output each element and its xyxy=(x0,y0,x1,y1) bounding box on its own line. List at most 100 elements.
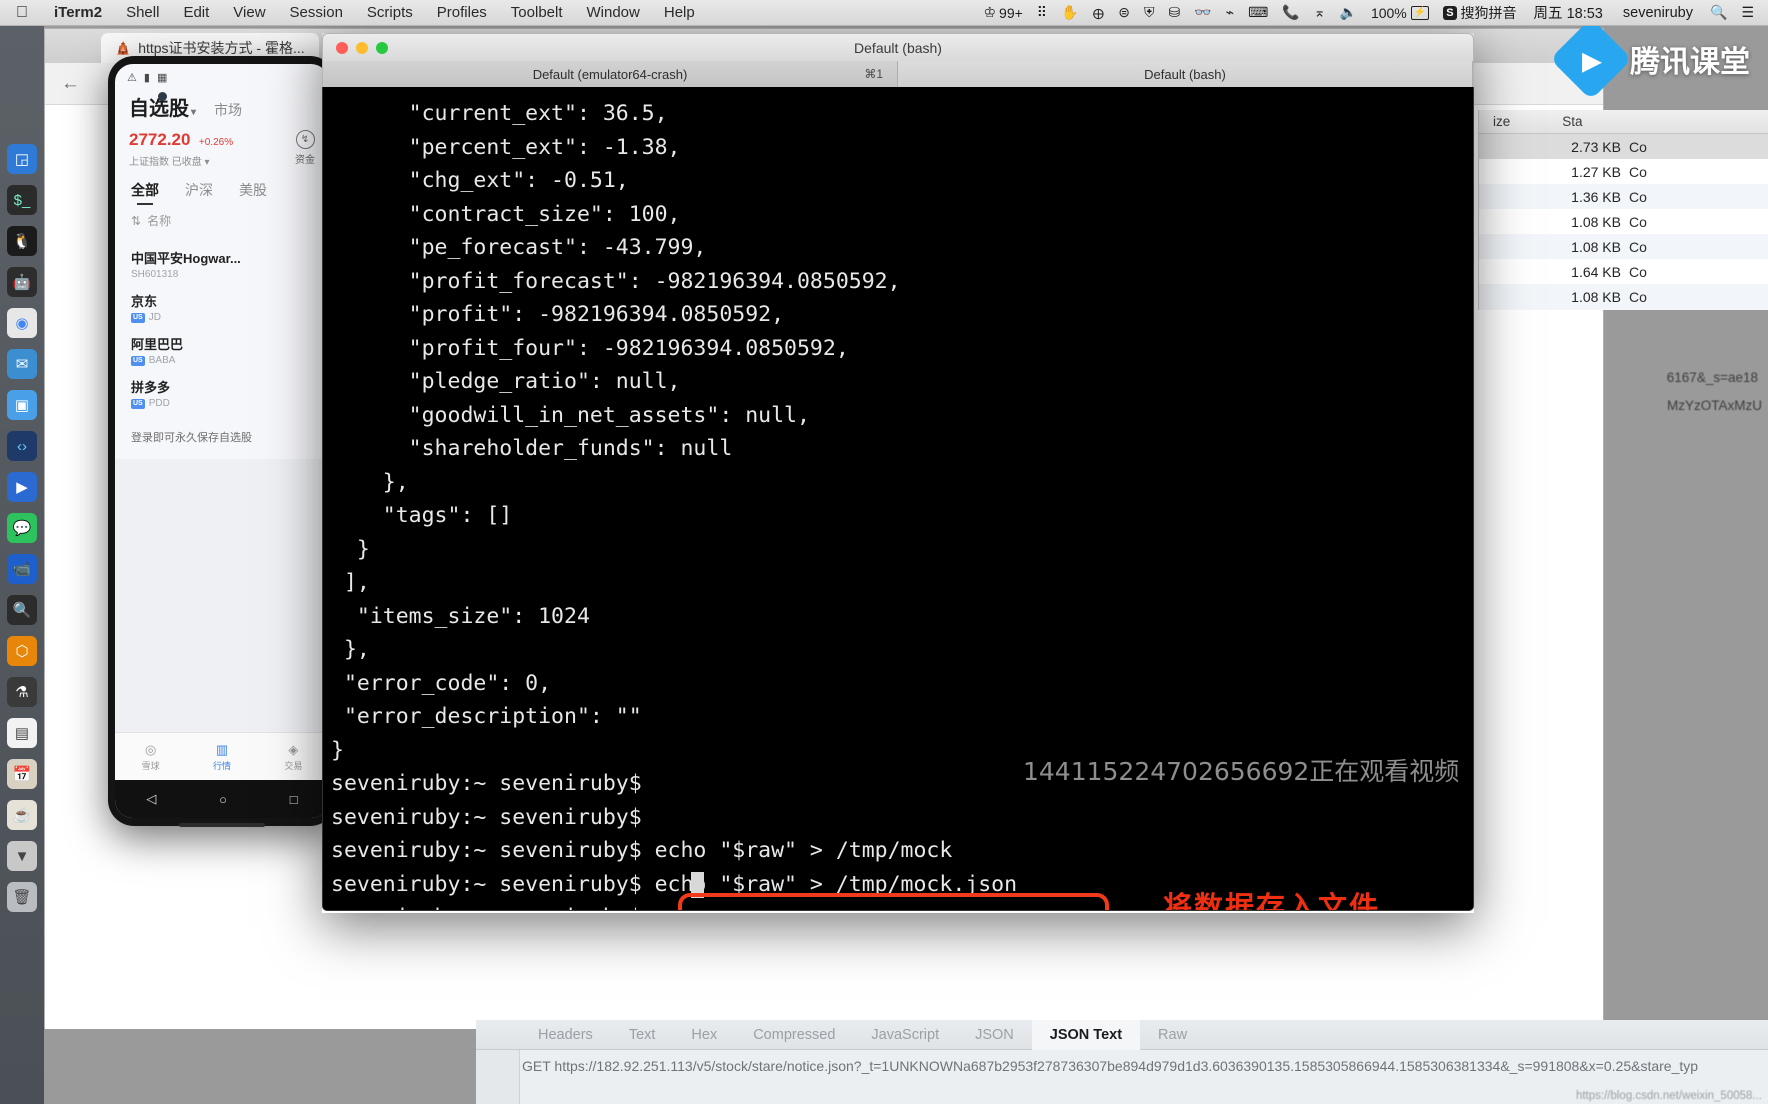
tab-json-text[interactable]: JSON Text xyxy=(1031,1019,1141,1050)
table-row[interactable]: 2.73 KB Co xyxy=(1479,134,1768,159)
tab-market[interactable]: 市场 xyxy=(214,100,242,120)
tab-all[interactable]: 全部 xyxy=(131,180,159,205)
menu-item-view[interactable]: View xyxy=(221,4,277,21)
iterm-window: Default (bash) Default (emulator64-crash… xyxy=(322,33,1474,913)
dock-icon-finder[interactable]: ◲ xyxy=(7,144,37,174)
sim-icon: ▮ xyxy=(143,71,150,84)
search-icon[interactable]: 🔍 xyxy=(1703,4,1734,21)
menu-item-edit[interactable]: Edit xyxy=(171,4,221,21)
dock-icon-media-player[interactable]: ▶ xyxy=(7,472,37,502)
at-badge-icon[interactable]: ⊜ xyxy=(1111,4,1137,21)
dock-icon-vscode[interactable]: ‹› xyxy=(7,431,37,461)
login-hint[interactable]: 登录即可永久保存自选股 xyxy=(115,409,329,445)
bag-icon[interactable]: ⛁ xyxy=(1162,4,1188,21)
dock-icon-notes[interactable]: ▤ xyxy=(7,718,37,748)
tab-text[interactable]: Text xyxy=(611,1027,674,1043)
dock-icon-qq-penguin[interactable]: 🐧 xyxy=(7,226,37,256)
tab-emulator64-crash[interactable]: Default (emulator64-crash) ⌘1 xyxy=(323,61,898,87)
tab-compressed[interactable]: Compressed xyxy=(735,1027,853,1043)
menu-item-profiles[interactable]: Profiles xyxy=(425,4,499,21)
list-item[interactable]: 京东 US JD xyxy=(131,291,313,323)
dock-icon-mail[interactable]: ✉ xyxy=(7,349,37,379)
tab-raw[interactable]: Raw xyxy=(1140,1027,1205,1043)
grid-icon[interactable]: ⠿ xyxy=(1030,4,1054,21)
dock-icon-search[interactable]: 🔍 xyxy=(7,595,37,625)
tab-hex[interactable]: Hex xyxy=(673,1027,735,1043)
market-badge: US xyxy=(131,398,145,409)
bluetooth-icon[interactable]: ⌁ xyxy=(1219,4,1241,21)
table-row[interactable]: 1.36 KB Co xyxy=(1479,184,1768,209)
nav-item-jiaoyi[interactable]: ◈ 交易 xyxy=(284,742,302,772)
phone-camera-icon xyxy=(158,92,167,101)
ime-badge: S xyxy=(1443,5,1457,20)
dock-icon-chrome[interactable]: ◉ xyxy=(7,308,37,338)
sort-icon[interactable]: ⇅ xyxy=(131,214,141,228)
volume-icon[interactable]: 🔈 xyxy=(1333,4,1364,21)
menu-item-toolbelt[interactable]: Toolbelt xyxy=(499,4,575,21)
terminal-body[interactable]: "current_ext": 36.5, "percent_ext": -1.3… xyxy=(322,87,1474,911)
dock-icon-terminal[interactable]: $_ xyxy=(7,185,37,215)
dock-icon-downloads[interactable]: ▼ xyxy=(7,841,37,871)
control-center-icon[interactable]: ☰ xyxy=(1734,4,1768,21)
input-method-indicator[interactable]: S 搜狗拼音 xyxy=(1436,3,1523,23)
phone-status-bar: ⚠ ▮ ▦ xyxy=(115,64,329,86)
list-item[interactable]: 阿里巴巴 US BABA xyxy=(131,334,313,366)
tab-headers[interactable]: Headers xyxy=(520,1027,611,1043)
nav-item-hangqing[interactable]: ▥ 行情 xyxy=(213,742,231,772)
home-nav-icon[interactable]: ○ xyxy=(219,792,227,807)
apple-menu-icon[interactable]:  xyxy=(0,4,42,21)
list-item[interactable]: 拼多多 US PDD xyxy=(131,377,313,409)
menu-item-scripts[interactable]: Scripts xyxy=(355,4,425,21)
list-item[interactable]: 中国平安Hogwar... SH601318 xyxy=(131,248,313,280)
chevron-down-icon[interactable]: ▾ xyxy=(191,107,196,118)
dock-icon-wechat[interactable]: 💬 xyxy=(7,513,37,543)
table-row[interactable]: 1.64 KB Co xyxy=(1479,259,1768,284)
menu-item-window[interactable]: Window xyxy=(575,4,652,21)
dock-icon-facetime[interactable]: 📹 xyxy=(7,554,37,584)
terminal-cursor xyxy=(691,872,704,898)
tab-json[interactable]: JSON xyxy=(957,1027,1032,1043)
tab-meigu[interactable]: 美股 xyxy=(239,180,267,200)
phone-icon[interactable]: 📞 xyxy=(1275,4,1306,21)
tab-default-bash[interactable]: Default (bash) xyxy=(898,61,1473,87)
tab-javascript[interactable]: JavaScript xyxy=(853,1027,957,1043)
tab-hushen[interactable]: 沪深 xyxy=(185,180,213,200)
back-icon[interactable]: ← xyxy=(61,73,80,95)
fund-button[interactable]: ↯ 资金 xyxy=(295,130,315,166)
menu-item-help[interactable]: Help xyxy=(652,4,707,21)
battery-percent[interactable]: 100% ⚡ xyxy=(1364,5,1436,21)
back-nav-icon[interactable]: ◁ xyxy=(146,791,156,807)
index-percent: +0.26% xyxy=(198,137,234,148)
nav-item-xueqiu[interactable]: ◎ 雪球 xyxy=(142,742,160,772)
table-row[interactable]: 1.08 KB Co xyxy=(1479,234,1768,259)
user-name[interactable]: seveniruby xyxy=(1613,5,1703,21)
table-row[interactable]: 1.27 KB Co xyxy=(1479,159,1768,184)
dock-icon-trash[interactable]: 🗑 xyxy=(7,882,37,912)
url-fragment-2: MzYzOTAxMzU xyxy=(1667,398,1762,413)
file-status: Co xyxy=(1629,238,1647,255)
shield-icon[interactable]: ⛨ xyxy=(1137,4,1162,21)
menu-item-session[interactable]: Session xyxy=(278,4,355,21)
dock-icon-cube[interactable]: ⬡ xyxy=(7,636,37,666)
dock-icon-calendar[interactable]: 📅 xyxy=(7,759,37,789)
recents-nav-icon[interactable]: □ xyxy=(290,792,298,807)
file-size: 1.64 KB xyxy=(1571,263,1621,280)
clock[interactable]: 周五 18:53 xyxy=(1524,2,1613,23)
phone-mockup: ⚠ ▮ ▦ 自选股▾ 市场 2772.20 +0.26% 上证指数 已收盘 ▾ xyxy=(108,56,336,827)
hand-icon[interactable]: ✋ xyxy=(1054,4,1085,21)
dropbox-icon[interactable]: ♔ 99+ xyxy=(976,4,1029,21)
menu-item-iterm2[interactable]: iTerm2 xyxy=(42,4,114,21)
table-row[interactable]: 1.08 KB Co xyxy=(1479,284,1768,309)
menu-item-shell[interactable]: Shell xyxy=(114,4,171,21)
wifi-icon[interactable]: ⌅ xyxy=(1307,4,1333,21)
dock-icon-coffee[interactable]: ☕ xyxy=(7,800,37,830)
index-value: 2772.20 xyxy=(129,130,191,149)
dock-icon-android-studio[interactable]: 🤖 xyxy=(7,267,37,297)
keyboard-icon[interactable]: ⌨ xyxy=(1241,4,1275,21)
column-header-size: ize xyxy=(1493,114,1511,129)
dock-icon-charles[interactable]: ⚗ xyxy=(7,677,37,707)
glasses-icon[interactable]: 👓 xyxy=(1187,4,1218,21)
globe-icon[interactable]: 🜨 xyxy=(1086,0,1112,27)
dock-icon-preview[interactable]: ▣ xyxy=(7,390,37,420)
table-row[interactable]: 1.08 KB Co xyxy=(1479,209,1768,234)
